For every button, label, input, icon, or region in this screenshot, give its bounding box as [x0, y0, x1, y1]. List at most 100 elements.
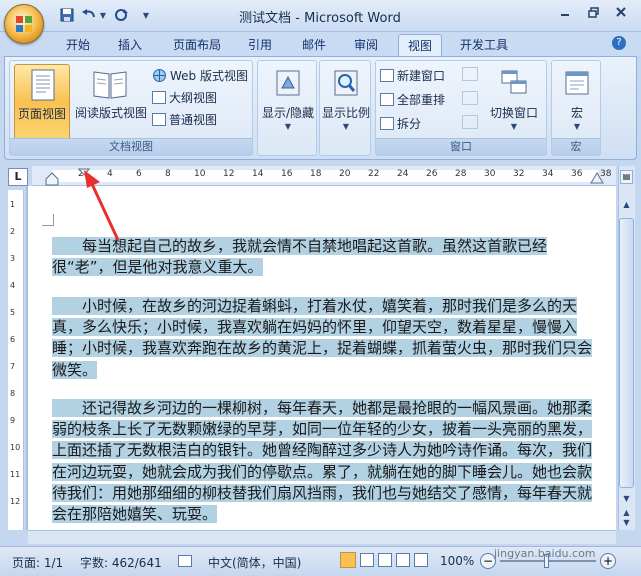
- show-hide-button[interactable]: 显示/隐藏 ▼: [260, 64, 316, 140]
- group-macros: 宏 ▼ 宏: [551, 60, 601, 156]
- paragraph-2[interactable]: 小时候，在故乡的河边捉着蝌蚪，打着水仗，嬉笑着，那时我们是多么的天真，多么快乐；…: [52, 296, 600, 381]
- ruler-mark: 36: [571, 169, 583, 179]
- vertical-ruler-mark: 4: [10, 281, 16, 290]
- vertical-ruler-mark: 2: [10, 227, 16, 236]
- red-arrow-annotation: [84, 170, 120, 241]
- ribbon-tabs: 开始 插入 页面布局 引用 邮件 审阅 视图 开发工具 ?: [0, 32, 641, 56]
- ruler-mark: 12: [223, 169, 235, 179]
- outline-label: 大纲视图: [169, 90, 218, 105]
- group-window: 新建窗口 全部重排 拆分 切换窗口 ▼ 窗口: [375, 60, 547, 156]
- ruler-mark: 20: [339, 169, 351, 179]
- close-icon[interactable]: [608, 2, 634, 22]
- tab-view[interactable]: 视图: [398, 34, 442, 56]
- magnifier-icon: [334, 70, 358, 96]
- tab-home[interactable]: 开始: [58, 34, 98, 56]
- show-hide-icon: [276, 70, 300, 96]
- margin-corner-mark: [42, 214, 54, 226]
- ruler-mark: 30: [484, 169, 496, 179]
- ruler-mark: 32: [513, 169, 525, 179]
- redo-icon[interactable]: [112, 6, 130, 24]
- ruler-mark: 26: [426, 169, 438, 179]
- tab-page-layout[interactable]: 页面布局: [166, 34, 228, 56]
- tab-references[interactable]: 引用: [240, 34, 280, 56]
- switch-windows-button[interactable]: 切换窗口 ▼: [486, 64, 542, 140]
- vertical-ruler-mark: 8: [10, 389, 16, 398]
- paragraph-3[interactable]: 还记得故乡河边的一棵柳树，每年春天，她都是最抢眼的一幅风景画。她那柔弱的枝条上长…: [52, 398, 600, 525]
- zoom-dropdown-icon: ▼: [342, 122, 350, 131]
- new-window-icon: [380, 68, 394, 82]
- draft-button[interactable]: 普通视图: [152, 109, 217, 129]
- switch-windows-label: 切换窗口: [489, 106, 538, 120]
- paragraph-2-text: 小时候，在故乡的河边捉着蝌蚪，打着水仗，嬉笑着，那时我们是多么的天真，多么快乐；…: [52, 297, 593, 379]
- outline-status-icon[interactable]: [396, 553, 410, 567]
- undo-icon[interactable]: [80, 6, 98, 24]
- minimize-icon[interactable]: [552, 2, 578, 22]
- view-ruler-toggle-icon[interactable]: ▤: [620, 170, 633, 184]
- help-icon[interactable]: ?: [612, 36, 626, 50]
- web-layout-label: Web 版式视图: [170, 68, 248, 83]
- tab-mailings[interactable]: 邮件: [294, 34, 334, 56]
- page-count[interactable]: 页面: 1/1: [12, 554, 63, 571]
- tab-selector-label: L: [14, 170, 22, 183]
- previous-page-icon[interactable]: ▲: [620, 508, 633, 518]
- restore-icon[interactable]: [580, 2, 606, 22]
- window-title: 测试文档 - Microsoft Word: [239, 11, 401, 26]
- reading-label: 阅读版式视图: [74, 106, 147, 120]
- scroll-up-icon[interactable]: ▲: [620, 200, 633, 214]
- group-show-hide: 显示/隐藏 ▼: [257, 60, 317, 156]
- view-side-by-side-icon[interactable]: [462, 67, 478, 81]
- vertical-ruler[interactable]: 1 2 3 4 5 6 7 8 9 10 11 12: [8, 190, 24, 530]
- ruler-mark: 34: [542, 169, 554, 179]
- group-zoom: 显示比例 ▼: [319, 60, 371, 156]
- undo-dropdown-icon[interactable]: ▼: [98, 6, 108, 24]
- tab-selector[interactable]: L: [8, 168, 28, 186]
- outline-button[interactable]: 大纲视图: [152, 87, 217, 107]
- new-window-button[interactable]: 新建窗口: [380, 65, 445, 85]
- print-layout-status-icon[interactable]: [340, 552, 356, 568]
- tab-developer[interactable]: 开发工具: [452, 34, 516, 56]
- right-indent-marker-icon[interactable]: [590, 172, 604, 184]
- zoom-button[interactable]: 显示比例 ▼: [318, 64, 374, 140]
- arrange-all-label: 全部重排: [397, 92, 446, 107]
- customize-quick-access-icon[interactable]: ▼: [140, 6, 152, 24]
- ruler-mark: 10: [194, 169, 206, 179]
- language-indicator[interactable]: 中文(简体，中国): [208, 554, 301, 571]
- draft-status-icon[interactable]: [414, 553, 428, 567]
- group-label-document-views: 文档视图: [10, 138, 252, 155]
- ruler-mark: 28: [455, 169, 467, 179]
- split-icon: [380, 116, 394, 130]
- scroll-down-icon[interactable]: ▼: [620, 494, 633, 506]
- print-layout-button[interactable]: 页面视图: [14, 64, 70, 140]
- arrange-all-button[interactable]: 全部重排: [380, 89, 445, 109]
- paragraph-1[interactable]: 每当想起自己的故乡，我就会情不自禁地唱起这首歌。虽然这首歌已经很“老”，但是他对…: [52, 236, 600, 278]
- vertical-scroll-thumb[interactable]: [619, 218, 634, 488]
- next-page-icon[interactable]: ▼: [620, 518, 633, 528]
- split-button[interactable]: 拆分: [380, 113, 421, 133]
- tab-review[interactable]: 审阅: [346, 34, 386, 56]
- vertical-ruler-mark: 10: [10, 443, 21, 452]
- office-button[interactable]: [4, 4, 44, 44]
- zoom-level[interactable]: 100%: [440, 554, 474, 568]
- reading-status-icon[interactable]: [360, 553, 374, 567]
- web-layout-icon: [153, 68, 166, 82]
- left-indent-marker-icon[interactable]: [45, 172, 59, 186]
- tab-insert[interactable]: 插入: [110, 34, 150, 56]
- synchronous-scrolling-icon[interactable]: [462, 91, 478, 105]
- reset-window-position-icon[interactable]: [462, 115, 478, 129]
- title-bar: ▼ ▼ 测试文档 - Microsoft Word: [0, 0, 641, 32]
- ruler-mark: 18: [310, 169, 322, 179]
- full-screen-reading-button[interactable]: 阅读版式视图: [75, 64, 147, 140]
- web-layout-button[interactable]: Web 版式视图: [152, 65, 248, 85]
- macros-dropdown-icon: ▼: [573, 122, 581, 131]
- vertical-ruler-mark: 12: [10, 497, 21, 506]
- zoom-in-icon[interactable]: +: [600, 553, 616, 569]
- horizontal-scrollbar[interactable]: [28, 530, 616, 544]
- draft-icon: [152, 112, 166, 126]
- word-count[interactable]: 字数: 462/641: [80, 554, 162, 571]
- save-icon[interactable]: [58, 6, 76, 24]
- proofing-icon[interactable]: [178, 555, 192, 567]
- print-layout-label: 页面视图: [17, 107, 66, 121]
- vertical-ruler-mark: 5: [10, 308, 16, 317]
- macros-button[interactable]: 宏 ▼: [549, 64, 605, 140]
- web-layout-status-icon[interactable]: [378, 553, 392, 567]
